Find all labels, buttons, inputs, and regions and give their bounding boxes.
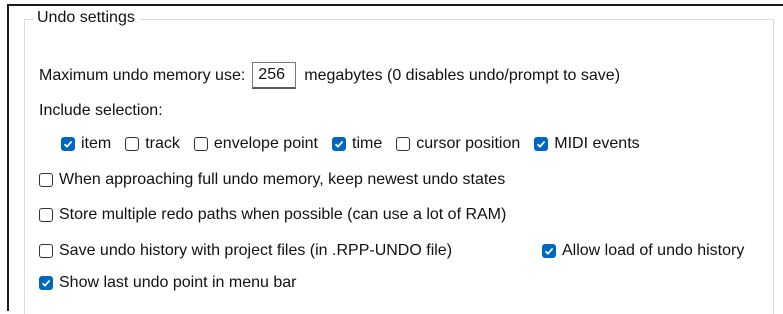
checkbox-box[interactable]: [39, 208, 53, 222]
checkbox-label: cursor position: [416, 135, 521, 152]
checkbox-label: item: [81, 135, 112, 152]
include-cursor-position-checkbox[interactable]: cursor position: [396, 133, 520, 155]
checkbox-box[interactable]: [39, 276, 53, 290]
memory-label: Maximum undo memory use:: [39, 66, 246, 84]
checkbox-box[interactable]: [39, 173, 53, 187]
show-last-undo-point-checkbox[interactable]: Show last undo point in menu bar: [39, 272, 296, 294]
redo-paths-checkbox[interactable]: Store multiple redo paths when possible …: [39, 204, 506, 226]
undo-memory-input[interactable]: [252, 62, 297, 89]
checkbox-label: Allow load of undo history: [562, 242, 745, 259]
include-track-checkbox[interactable]: track: [125, 133, 180, 155]
include-selection-label: Include selection:: [39, 102, 163, 119]
checkbox-box[interactable]: [332, 137, 346, 151]
checkbox-label: Save undo history with project files (in…: [59, 242, 453, 259]
keep-newest-checkbox[interactable]: When approaching full undo memory, keep …: [39, 169, 505, 191]
save-undo-history-checkbox[interactable]: Save undo history with project files (in…: [39, 240, 452, 262]
checkbox-label: track: [145, 135, 180, 152]
checkbox-label: MIDI events: [554, 135, 640, 152]
checkbox-box[interactable]: [193, 137, 208, 151]
checkbox-label: Store multiple redo paths when possible …: [59, 206, 507, 223]
checkbox-label: Show last undo point in menu bar: [59, 274, 297, 291]
checkbox-box[interactable]: [534, 137, 549, 151]
include-midi-events-checkbox[interactable]: MIDI events: [534, 133, 640, 155]
group-title: Undo settings: [33, 7, 139, 29]
checkbox-box[interactable]: [542, 244, 556, 258]
include-selection-options: item track envelope point time cursor po…: [61, 133, 654, 155]
checkbox-label: When approaching full undo memory, keep …: [59, 171, 506, 188]
checkbox-box[interactable]: [39, 244, 53, 258]
include-item-checkbox[interactable]: item: [61, 133, 111, 155]
include-selection-row: Include selection:: [39, 100, 163, 122]
preferences-panel: Undo settings Maximum undo memory use: m…: [7, 4, 783, 314]
memory-row: Maximum undo memory use: megabytes (0 di…: [39, 62, 620, 89]
checkbox-box[interactable]: [396, 137, 411, 151]
checkbox-label: time: [352, 135, 383, 152]
include-envelope-point-checkbox[interactable]: envelope point: [193, 133, 318, 155]
checkbox-box[interactable]: [125, 137, 140, 151]
allow-load-undo-history-checkbox[interactable]: Allow load of undo history: [542, 240, 744, 262]
include-time-checkbox[interactable]: time: [332, 133, 382, 155]
checkbox-box[interactable]: [61, 137, 75, 151]
checkbox-label: envelope point: [213, 135, 318, 152]
memory-suffix: megabytes (0 disables undo/prompt to sav…: [304, 66, 621, 84]
